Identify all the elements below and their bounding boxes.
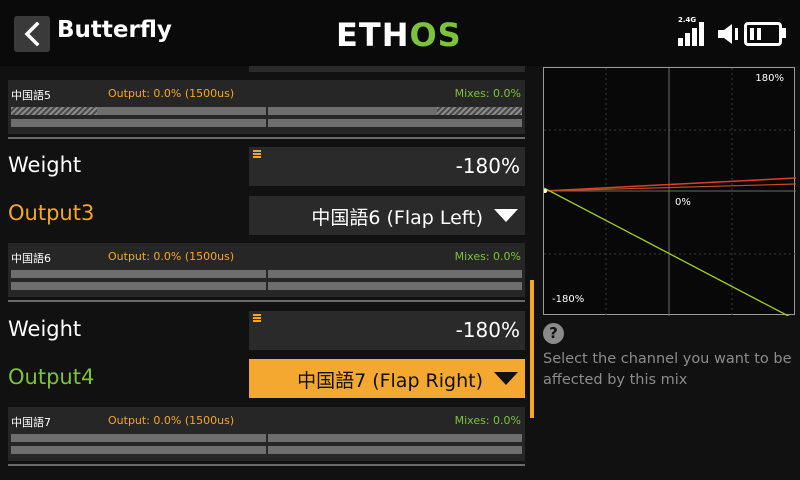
weight-field[interactable]: -180% — [249, 147, 525, 186]
curve-graph: 180% 0% -180% — [543, 67, 796, 316]
weight-value: -180% — [455, 318, 520, 342]
output3-label: Output3 — [8, 201, 95, 225]
mixes-bar — [11, 119, 522, 127]
weight-label: Weight — [8, 317, 82, 341]
output3-select[interactable]: 中国語6 (Flap Left) — [249, 196, 525, 235]
channel-mixes: Mixes: 0.0% — [454, 414, 521, 427]
output-bar — [11, 434, 522, 442]
channel-output: Output: 0.0% (1500us) — [108, 87, 235, 100]
back-arrow-icon — [24, 22, 40, 46]
weight-field[interactable]: -180% — [249, 311, 525, 350]
channel-name: 中国語5 — [11, 89, 51, 102]
channel-output: Output: 0.0% (1500us) — [108, 414, 235, 427]
previous-field-stub — [249, 66, 525, 72]
channel-mixes: Mixes: 0.0% — [454, 87, 521, 100]
speaker-icon[interactable] — [716, 22, 740, 46]
divider — [8, 464, 525, 466]
graph-max-label: 180% — [755, 73, 784, 84]
divider — [8, 137, 525, 139]
page-title: Butterfly — [57, 17, 172, 43]
mixes-bar — [11, 282, 522, 290]
graph-zero-label: 0% — [675, 197, 691, 208]
chevron-down-icon — [494, 209, 518, 222]
signal-icon — [678, 22, 704, 46]
channel-output: Output: 0.0% (1500us) — [108, 250, 235, 263]
channel-mixes: Mixes: 0.0% — [454, 250, 521, 263]
chevron-down-icon — [494, 372, 518, 385]
mixes-bar — [11, 446, 522, 454]
channel-info-panel: 中国語7 Output: 0.0% (1500us) Mixes: 0.0% — [8, 407, 525, 461]
help-text: Select the channel you want to be affect… — [543, 351, 792, 388]
menu-icon — [253, 314, 261, 322]
question-icon[interactable]: ? — [543, 323, 564, 344]
output-bar — [11, 270, 522, 278]
divider — [8, 300, 525, 302]
channel-name: 中国語6 — [11, 252, 51, 265]
output-bar — [11, 107, 522, 115]
output4-select[interactable]: 中国語7 (Flap Right) — [249, 359, 525, 398]
output4-value: 中国語7 (Flap Right) — [297, 370, 483, 392]
graph-min-label: -180% — [552, 294, 585, 305]
weight-value: -180% — [455, 154, 520, 178]
menu-icon — [253, 150, 261, 158]
output3-value: 中国語6 (Flap Left) — [311, 207, 483, 229]
channel-name: 中国語7 — [11, 416, 51, 429]
output4-label: Output4 — [8, 365, 95, 389]
channel-info-panel: 中国語5 Output: 0.0% (1500us) Mixes: 0.0% — [8, 80, 525, 134]
scrollbar[interactable] — [530, 280, 534, 418]
weight-label: Weight — [8, 153, 82, 177]
battery-icon — [744, 22, 782, 46]
ethos-logo: ETHOS — [336, 16, 462, 54]
back-button[interactable] — [14, 16, 50, 52]
curve-plot — [544, 68, 796, 316]
top-bar: Butterfly ETHOS 2.4G — [0, 0, 800, 66]
channel-info-panel: 中国語6 Output: 0.0% (1500us) Mixes: 0.0% — [8, 243, 525, 297]
battery-tip — [782, 28, 786, 38]
